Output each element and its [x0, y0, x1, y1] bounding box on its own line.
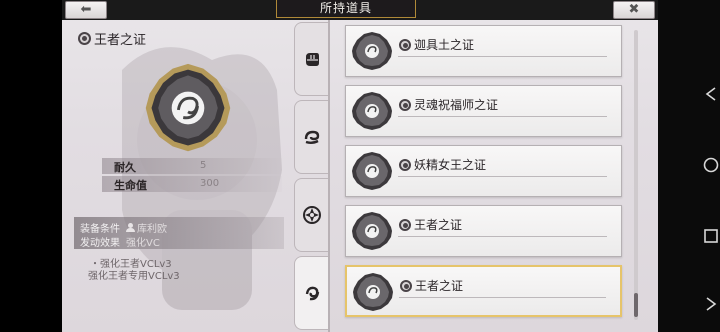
- left-letterbox: [0, 0, 62, 332]
- emblem-icon: [352, 32, 392, 70]
- category-tabs: [294, 20, 328, 332]
- nav-recents-icon[interactable]: [703, 228, 719, 244]
- arrow-left-icon: ⬅: [80, 2, 92, 17]
- item-title: 王者之证: [78, 29, 147, 48]
- spiral-icon: [305, 286, 319, 301]
- equip-info: 装备条件 库利欧 发动效果 强化VC: [74, 217, 284, 249]
- stat-value: 5: [200, 160, 207, 171]
- equip-condition-label: 装备条件: [80, 224, 120, 235]
- tab-swirl[interactable]: [294, 100, 328, 174]
- tab-spiral[interactable]: [294, 256, 328, 330]
- stat-label: 生命值: [114, 179, 147, 192]
- scrollbar-track[interactable]: [634, 30, 638, 320]
- tab-fist[interactable]: [294, 22, 328, 96]
- tabs-divider: [328, 20, 330, 332]
- emblem-icon: [145, 63, 231, 152]
- trigger-effect-label: 发动效果: [80, 238, 120, 249]
- stat-durability: 耐久 5: [102, 158, 282, 174]
- flower-icon: [302, 206, 321, 224]
- item-name: 王者之证: [94, 32, 147, 48]
- divider-line: [398, 56, 607, 57]
- item-card[interactable]: 灵魂祝福师之证: [345, 85, 622, 137]
- close-icon: ✖: [628, 2, 640, 17]
- divider-line: [398, 236, 607, 237]
- person-icon: [126, 223, 135, 232]
- emblem-icon: [352, 212, 392, 250]
- system-nav-bar: [658, 0, 720, 332]
- scrollbar-thumb[interactable]: [634, 293, 638, 317]
- emblem-icon: [353, 273, 393, 311]
- seal-icon: [399, 98, 411, 111]
- panel-title: 所持道具: [276, 0, 416, 18]
- seal-icon: [399, 38, 411, 51]
- swirl-icon: [304, 130, 319, 144]
- effect-text: 强化王者专用VCLv3: [88, 271, 180, 282]
- item-card-title: 王者之证: [400, 277, 463, 294]
- seal-icon: [399, 218, 411, 231]
- nav-home-icon[interactable]: [703, 157, 719, 173]
- item-card[interactable]: 王者之证: [345, 205, 622, 257]
- item-panel: ⬅ 所持道具 ✖ 王者之证 耐久 5 生命值 300 装备条件 库利欧 发动效果…: [62, 0, 658, 332]
- game-screen: ⬅ 所持道具 ✖ 王者之证 耐久 5 生命值 300 装备条件 库利欧 发动效果…: [0, 0, 720, 332]
- emblem-icon: [352, 152, 392, 190]
- seal-icon: [399, 158, 411, 171]
- back-button[interactable]: ⬅: [65, 1, 107, 19]
- item-card-title: 王者之证: [399, 216, 462, 233]
- stat-hp: 生命值 300: [102, 176, 282, 192]
- equip-condition-wrap: 库利欧: [126, 220, 167, 235]
- item-card-name: 妖精女王之证: [414, 158, 487, 172]
- tab-flower[interactable]: [294, 178, 328, 252]
- item-card-name: 王者之证: [415, 279, 464, 293]
- seal-icon: [400, 279, 412, 292]
- item-card-name: 王者之证: [414, 218, 463, 232]
- trigger-effect: 发动效果 强化VC: [80, 234, 160, 249]
- item-detail: 王者之证 耐久 5 生命值 300 装备条件 库利欧 发动效果 强化VC ・强化…: [62, 20, 292, 332]
- stat-value: 300: [200, 178, 220, 189]
- item-card-name: 迦具土之证: [414, 38, 475, 52]
- trigger-effect-value: 强化VC: [126, 238, 160, 249]
- item-card[interactable]: 王者之证: [345, 265, 622, 317]
- item-card-name: 灵魂祝福师之证: [414, 98, 499, 112]
- nav-back-icon[interactable]: [703, 86, 719, 102]
- item-list: 迦具土之证 灵魂祝福师之证 妖精女王之证 王者之证 王者之证: [342, 20, 632, 332]
- divider-line: [399, 297, 606, 298]
- divider-line: [398, 176, 607, 177]
- equip-condition-value: 库利欧: [137, 224, 167, 235]
- fist-icon: [305, 53, 319, 66]
- item-card-title: 迦具土之证: [399, 36, 474, 53]
- divider-line: [398, 116, 607, 117]
- item-card[interactable]: 迦具土之证: [345, 25, 622, 77]
- seal-icon: [78, 31, 91, 45]
- item-card-title: 灵魂祝福师之证: [399, 96, 498, 113]
- item-card-title: 妖精女王之证: [399, 156, 486, 173]
- emblem-icon: [352, 92, 392, 130]
- stat-label: 耐久: [114, 161, 136, 174]
- close-button[interactable]: ✖: [613, 1, 655, 19]
- equip-condition: 装备条件 库利欧: [80, 220, 167, 235]
- nav-menu-icon[interactable]: [703, 296, 719, 312]
- top-bar: ⬅ 所持道具 ✖: [62, 0, 658, 20]
- item-card[interactable]: 妖精女王之证: [345, 145, 622, 197]
